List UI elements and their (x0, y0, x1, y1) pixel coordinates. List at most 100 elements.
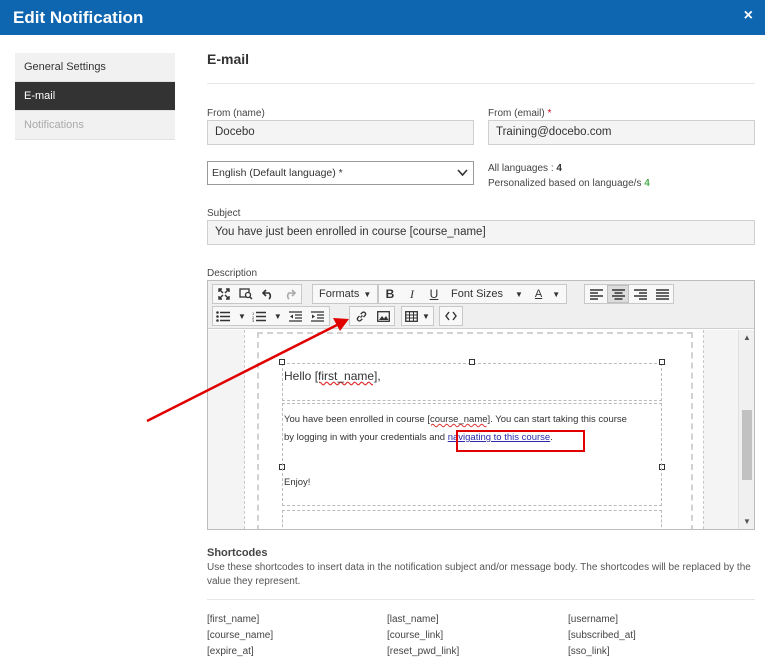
shortcode-subscribed-at[interactable]: [subscribed_at] (568, 630, 636, 641)
subject-label: Subject (207, 208, 241, 219)
sidebar-item-general-settings[interactable]: General Settings (15, 53, 175, 82)
message-block[interactable]: You have been enrolled in course [course… (282, 403, 662, 506)
shortcode-username[interactable]: [username] (568, 614, 618, 625)
scroll-up-icon[interactable]: ▲ (743, 333, 751, 342)
bold-button[interactable]: B (379, 285, 401, 303)
all-languages-label: All languages : (488, 163, 554, 174)
all-languages-count: 4 (556, 163, 562, 174)
caret-down-icon: ▼ (422, 311, 430, 321)
svg-text:3: 3 (252, 318, 255, 322)
underline-button[interactable]: U (423, 285, 445, 303)
scrollbar-thumb[interactable] (742, 410, 752, 480)
from-name-input[interactable]: Docebo (207, 120, 474, 145)
image-icon[interactable] (372, 307, 394, 325)
from-email-label-text: From (email) (488, 108, 545, 119)
greeting-text: Hello [first_name], (284, 369, 381, 383)
shortcode-course-link[interactable]: [course_link] (387, 630, 443, 641)
close-icon[interactable]: × (744, 7, 753, 25)
formats-dropdown[interactable]: Formats ▼ (313, 285, 377, 303)
editor-content-area[interactable]: Hello [first_name], You have been enroll… (208, 330, 738, 529)
shortcode-first-name[interactable]: [first_name] (207, 614, 259, 625)
align-center-icon[interactable] (607, 285, 629, 303)
numbered-list-icon[interactable]: 123 ▼ (249, 307, 285, 325)
caret-down-icon: ▼ (363, 289, 372, 299)
sidebar-nav: General Settings E-mail Notifications (15, 53, 175, 140)
table-icon[interactable]: ▼ (402, 307, 433, 325)
shortcode-course-name[interactable]: [course_name] (207, 630, 273, 641)
dialog-title: Edit Notification (13, 8, 144, 27)
language-select-value: English (Default language) * (212, 167, 343, 179)
bullet-list-icon[interactable]: ▼ (213, 307, 249, 325)
from-email-input[interactable]: Training@docebo.com (488, 120, 755, 145)
shortcode-sso-link[interactable]: [sso_link] (568, 646, 610, 657)
shortcode-reset-pwd-link[interactable]: [reset_pwd_link] (387, 646, 459, 657)
scroll-down-icon[interactable]: ▼ (743, 517, 751, 526)
source-code-icon[interactable] (440, 307, 462, 325)
divider (207, 83, 755, 84)
line1-prefix: You have been enrolled in course (284, 414, 428, 425)
personalized-label: Personalized based on language/s (488, 178, 642, 189)
resize-handle[interactable] (659, 359, 665, 365)
fullscreen-icon[interactable] (213, 285, 235, 303)
course-name-variable: [course_name] (427, 414, 491, 425)
shortcodes-description: Use these shortcodes to insert data in t… (207, 562, 751, 587)
font-sizes-dropdown[interactable]: Font Sizes ▼ (445, 285, 529, 303)
editor-toolbar: Formats ▼ B I U Font Sizes ▼ A ▼ ▼ 1 2 3… (208, 281, 754, 329)
indent-icon[interactable] (307, 307, 329, 325)
shortcode-expire-at[interactable]: [expire_at] (207, 646, 254, 657)
shortcode-last-name[interactable]: [last_name] (387, 614, 439, 625)
toolbar-group-formats: Formats ▼ (312, 284, 379, 304)
toolbar-group-view (212, 284, 302, 304)
shortcodes-title: Shortcodes (207, 547, 268, 559)
redo-icon[interactable] (279, 285, 301, 303)
greeting-block[interactable]: Hello [first_name], (282, 363, 662, 401)
dialog-titlebar: Edit Notification × (0, 0, 765, 35)
caret-down-icon: ▼ (514, 289, 523, 299)
message-line-1: You have been enrolled in course [course… (284, 411, 660, 429)
required-mark: * (547, 108, 552, 119)
align-right-icon[interactable] (629, 285, 651, 303)
font-color-icon: A (534, 288, 543, 300)
greeting-suffix: , (377, 369, 381, 383)
from-email-label: From (email) * (488, 108, 551, 119)
from-name-label: From (name) (207, 108, 265, 119)
resize-handle[interactable] (469, 359, 475, 365)
toolbar-group-align (584, 284, 674, 304)
resize-handle[interactable] (279, 359, 285, 365)
toolbar-group-lists: ▼ 123 ▼ (212, 306, 330, 326)
rich-text-editor: Formats ▼ B I U Font Sizes ▼ A ▼ ▼ 1 2 3… (207, 280, 755, 530)
italic-button[interactable]: I (401, 285, 423, 303)
undo-icon[interactable] (257, 285, 279, 303)
link-icon[interactable] (350, 307, 372, 325)
chevron-down-icon (457, 162, 468, 192)
toolbar-group-table: ▼ (401, 306, 434, 326)
sidebar-item-email[interactable]: E-mail (15, 82, 175, 111)
font-color-dropdown[interactable]: A ▼ (529, 285, 566, 303)
toolbar-group-code (439, 306, 463, 326)
description-label: Description (207, 268, 258, 279)
greeting-variable: [first_name] (314, 369, 378, 383)
font-sizes-label: Font Sizes (451, 288, 503, 300)
toolbar-group-text: B I U Font Sizes ▼ A ▼ (378, 284, 568, 304)
language-select[interactable]: English (Default language) * (207, 161, 474, 185)
section-title: E-mail (207, 51, 250, 67)
align-justify-icon[interactable] (651, 285, 673, 303)
sidebar-item-notifications: Notifications (15, 111, 175, 140)
divider (207, 599, 755, 600)
greeting-prefix: Hello (284, 369, 315, 383)
formats-label: Formats (319, 288, 360, 300)
caret-down-icon: ▼ (552, 289, 561, 299)
all-languages-info: All languages : 4 (488, 163, 562, 174)
personalized-languages-info: Personalized based on language/s 4 (488, 178, 650, 189)
align-left-icon[interactable] (585, 285, 607, 303)
caret-down-icon: ▼ (273, 311, 282, 321)
editor-scrollbar[interactable]: ▲ ▼ (738, 330, 754, 529)
toolbar-group-insert (349, 306, 395, 326)
closing-text: Enjoy! (284, 477, 311, 488)
subject-input[interactable]: You have just been enrolled in course [c… (207, 220, 755, 245)
line2-prefix: by logging in with your credentials and (284, 432, 448, 443)
footer-block[interactable] (282, 510, 662, 529)
caret-down-icon: ▼ (238, 311, 246, 321)
outdent-icon[interactable] (285, 307, 307, 325)
preview-icon[interactable] (235, 285, 257, 303)
